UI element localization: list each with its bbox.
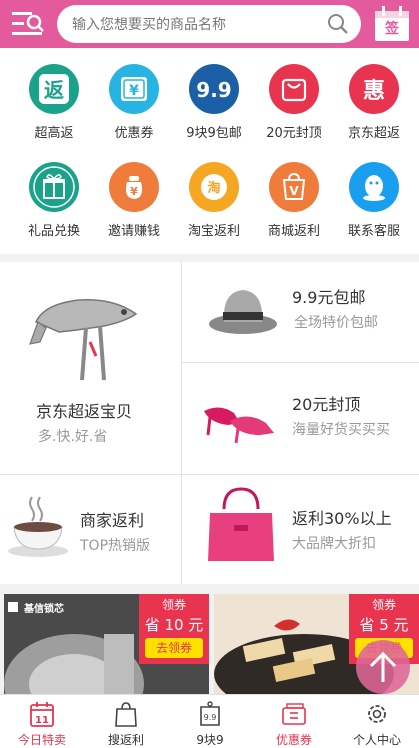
mall-bag-icon: V [269, 162, 319, 212]
grid-item-label: 优惠券 [114, 126, 154, 141]
svg-text:惠: 惠 [363, 79, 385, 104]
nav-label: 9块9 [196, 733, 224, 747]
category-grid: 返 超高返 ¥ 优惠券 9.9 9块9包邮 20元封顶 惠 京东超返 礼品兑换 … [0, 48, 419, 254]
tag-99-value: 9.9 [204, 713, 217, 722]
coupon-tag: 领券 省 10 元 去领券 [139, 594, 209, 664]
grid-item-invite[interactable]: ¥ 邀请赚钱 [94, 160, 174, 250]
search-input[interactable]: 输入您想要买的商品名称 [57, 5, 361, 43]
promo-subtitle: 海量好货买买买 [292, 422, 390, 438]
grid-item-jd[interactable]: 惠 京东超返 [334, 62, 414, 152]
back-to-top-button[interactable] [356, 640, 410, 694]
promo-30-block[interactable]: 返利30%以上 大品牌大折扣 [182, 475, 419, 584]
grid-item-label: 京东超返 [347, 126, 400, 141]
grid-item-label: 9块9包邮 [186, 126, 242, 141]
svg-text:返: 返 [44, 78, 64, 102]
top-bar: 输入您想要买的商品名称 签 [0, 0, 419, 48]
grid-item-mall[interactable]: V 商城返利 [254, 160, 334, 250]
grid-item-20-cap[interactable]: 20元封顶 [254, 62, 334, 152]
promo-subtitle: 大品牌大折扣 [292, 536, 376, 552]
grid-item-coupon[interactable]: ¥ 优惠券 [94, 62, 174, 152]
svg-text:¥: ¥ [130, 185, 138, 198]
calendar-day: 11 [35, 715, 49, 726]
settings-icon [368, 705, 386, 723]
promo-title: 京东超返宝贝 [36, 402, 133, 421]
grid-item-chaogaofan[interactable]: 返 超高返 [14, 62, 94, 152]
nav-label: 个人中心 [352, 733, 401, 747]
fan-icon: 返 [29, 64, 79, 114]
nav-item-today[interactable]: 11 今日特卖 [0, 695, 84, 748]
nav-item-search-rebate[interactable]: 搜返利 [84, 695, 168, 748]
nine-nine-icon: 9.9 [189, 64, 239, 114]
category-menu-icon[interactable] [12, 10, 46, 38]
promo-merchant-block[interactable]: 商家返利 TOP热销版 [0, 475, 181, 584]
grid-item-label: 淘宝返利 [187, 224, 240, 239]
promo-subtitle: TOP热销版 [80, 538, 151, 554]
nav-label: 优惠券 [275, 733, 312, 747]
nav-item-99[interactable]: 9.9 9块9 [168, 695, 252, 748]
promo-title: 返利30%以上 [292, 509, 392, 528]
brand-logo: 基信锁芯 [24, 604, 64, 615]
grid-item-service[interactable]: 联系客服 [334, 160, 414, 250]
nav-label: 今日特卖 [17, 733, 66, 747]
nav-item-profile[interactable]: 个人中心 [335, 695, 419, 748]
get-coupon-button[interactable]: 去领券 [145, 638, 203, 658]
jd-dog-image [29, 299, 138, 381]
svg-text:9.9: 9.9 [196, 78, 231, 102]
promo-jd-block[interactable]: 京东超返宝贝 多.快.好.省 [0, 262, 181, 474]
hat-image [209, 290, 277, 334]
promo-title: 9.9元包邮 [292, 288, 366, 307]
promo-section: 京东超返宝贝 多.快.好.省 9.9元包邮 全场特价包邮 20元封顶 海量好货买… [0, 262, 419, 584]
promo-title: 20元封顶 [292, 395, 361, 414]
coupon-tag-title: 领券 [371, 598, 396, 612]
bottom-nav: 11 今日特卖 搜返利 9.9 9块9 优惠券 个人中心 [0, 694, 419, 748]
coupon-icon: ¥ [109, 64, 159, 114]
shopping-bag-icon [115, 702, 137, 727]
grid-item-99[interactable]: 9.9 9块9包邮 [174, 62, 254, 152]
heels-image [204, 407, 274, 443]
sign-in-button[interactable]: 签 [371, 4, 413, 44]
voucher-icon [282, 703, 306, 725]
search-placeholder: 输入您想要买的商品名称 [72, 17, 226, 33]
search-icon[interactable] [327, 13, 349, 35]
qq-icon [349, 162, 399, 212]
arrow-up-icon [369, 651, 397, 682]
svg-text:淘: 淘 [207, 180, 220, 196]
grid-item-label: 超高返 [34, 126, 74, 141]
product-card[interactable]: 基信锁芯 领券 省 10 元 去领券 [4, 594, 209, 694]
tag-99-icon: 9.9 [200, 701, 220, 726]
calendar-icon: 11 [30, 702, 54, 727]
svg-text:V: V [289, 184, 299, 198]
nav-label: 搜返利 [107, 733, 144, 747]
gift-icon [29, 162, 79, 212]
nav-item-coupons[interactable]: 优惠券 [252, 695, 336, 748]
grid-item-label: 礼品兑换 [27, 224, 80, 239]
grid-item-label: 商城返利 [267, 224, 320, 239]
bag-icon [269, 64, 319, 114]
app-root: 输入您想要买的商品名称 签 返 超高返 ¥ 优惠券 9.9 9块9包邮 20元封… [0, 0, 419, 748]
coupon-tag-amount: 省 5 元 [359, 616, 409, 634]
promo-title: 商家返利 [80, 511, 145, 530]
grid-item-label: 20元封顶 [266, 126, 322, 141]
grid-item-label: 邀请赚钱 [107, 224, 160, 239]
promo-subtitle: 多.快.好.省 [38, 429, 108, 445]
promo-20-block[interactable]: 20元封顶 海量好货买买买 [182, 363, 419, 474]
coupon-tag-amount: 省 10 元 [144, 616, 204, 634]
money-bag-icon: ¥ [109, 162, 159, 212]
hui-icon: 惠 [349, 64, 399, 114]
sign-in-label: 签 [385, 21, 399, 37]
handbag-image [208, 487, 274, 561]
coupon-tag-title: 领券 [161, 598, 186, 612]
svg-text:¥: ¥ [129, 83, 139, 99]
promo-subtitle: 全场特价包邮 [294, 315, 378, 331]
taobao-icon: 淘 [189, 162, 239, 212]
grid-item-taobao[interactable]: 淘 淘宝返利 [174, 160, 254, 250]
grid-item-label: 联系客服 [347, 224, 400, 239]
grid-item-gift[interactable]: 礼品兑换 [14, 160, 94, 250]
coffee-cup-image [8, 496, 68, 557]
promo-99-block[interactable]: 9.9元包邮 全场特价包邮 [182, 262, 419, 362]
